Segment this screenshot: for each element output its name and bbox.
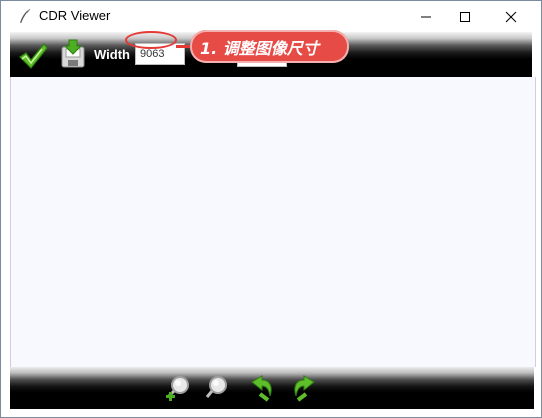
title-bar[interactable]: CDR Viewer [1,1,541,32]
minimize-icon [421,16,431,17]
width-label: Width [94,47,130,62]
zoom-in-icon[interactable] [164,374,192,402]
image-canvas[interactable] [10,77,536,367]
close-icon [505,11,517,22]
rotate-right-icon[interactable] [290,374,318,402]
bottom-toolbar [10,367,534,409]
maximize-button[interactable] [442,1,488,32]
rotate-left-icon[interactable] [248,374,276,402]
save-download-icon[interactable] [60,39,86,69]
cdr-viewer-window: CDR Viewer Width 9063 1. 调整图像尺寸 [0,0,542,418]
green-checkmark-icon[interactable] [18,41,48,71]
feather-pen-icon [20,8,31,23]
maximize-icon [460,11,470,22]
annotation-callout: 1. 调整图像尺寸 [190,30,349,63]
annotation-highlight-ellipse [125,31,177,49]
window-title: CDR Viewer [39,8,111,23]
close-button[interactable] [488,1,534,32]
zoom-out-icon[interactable] [204,374,232,402]
